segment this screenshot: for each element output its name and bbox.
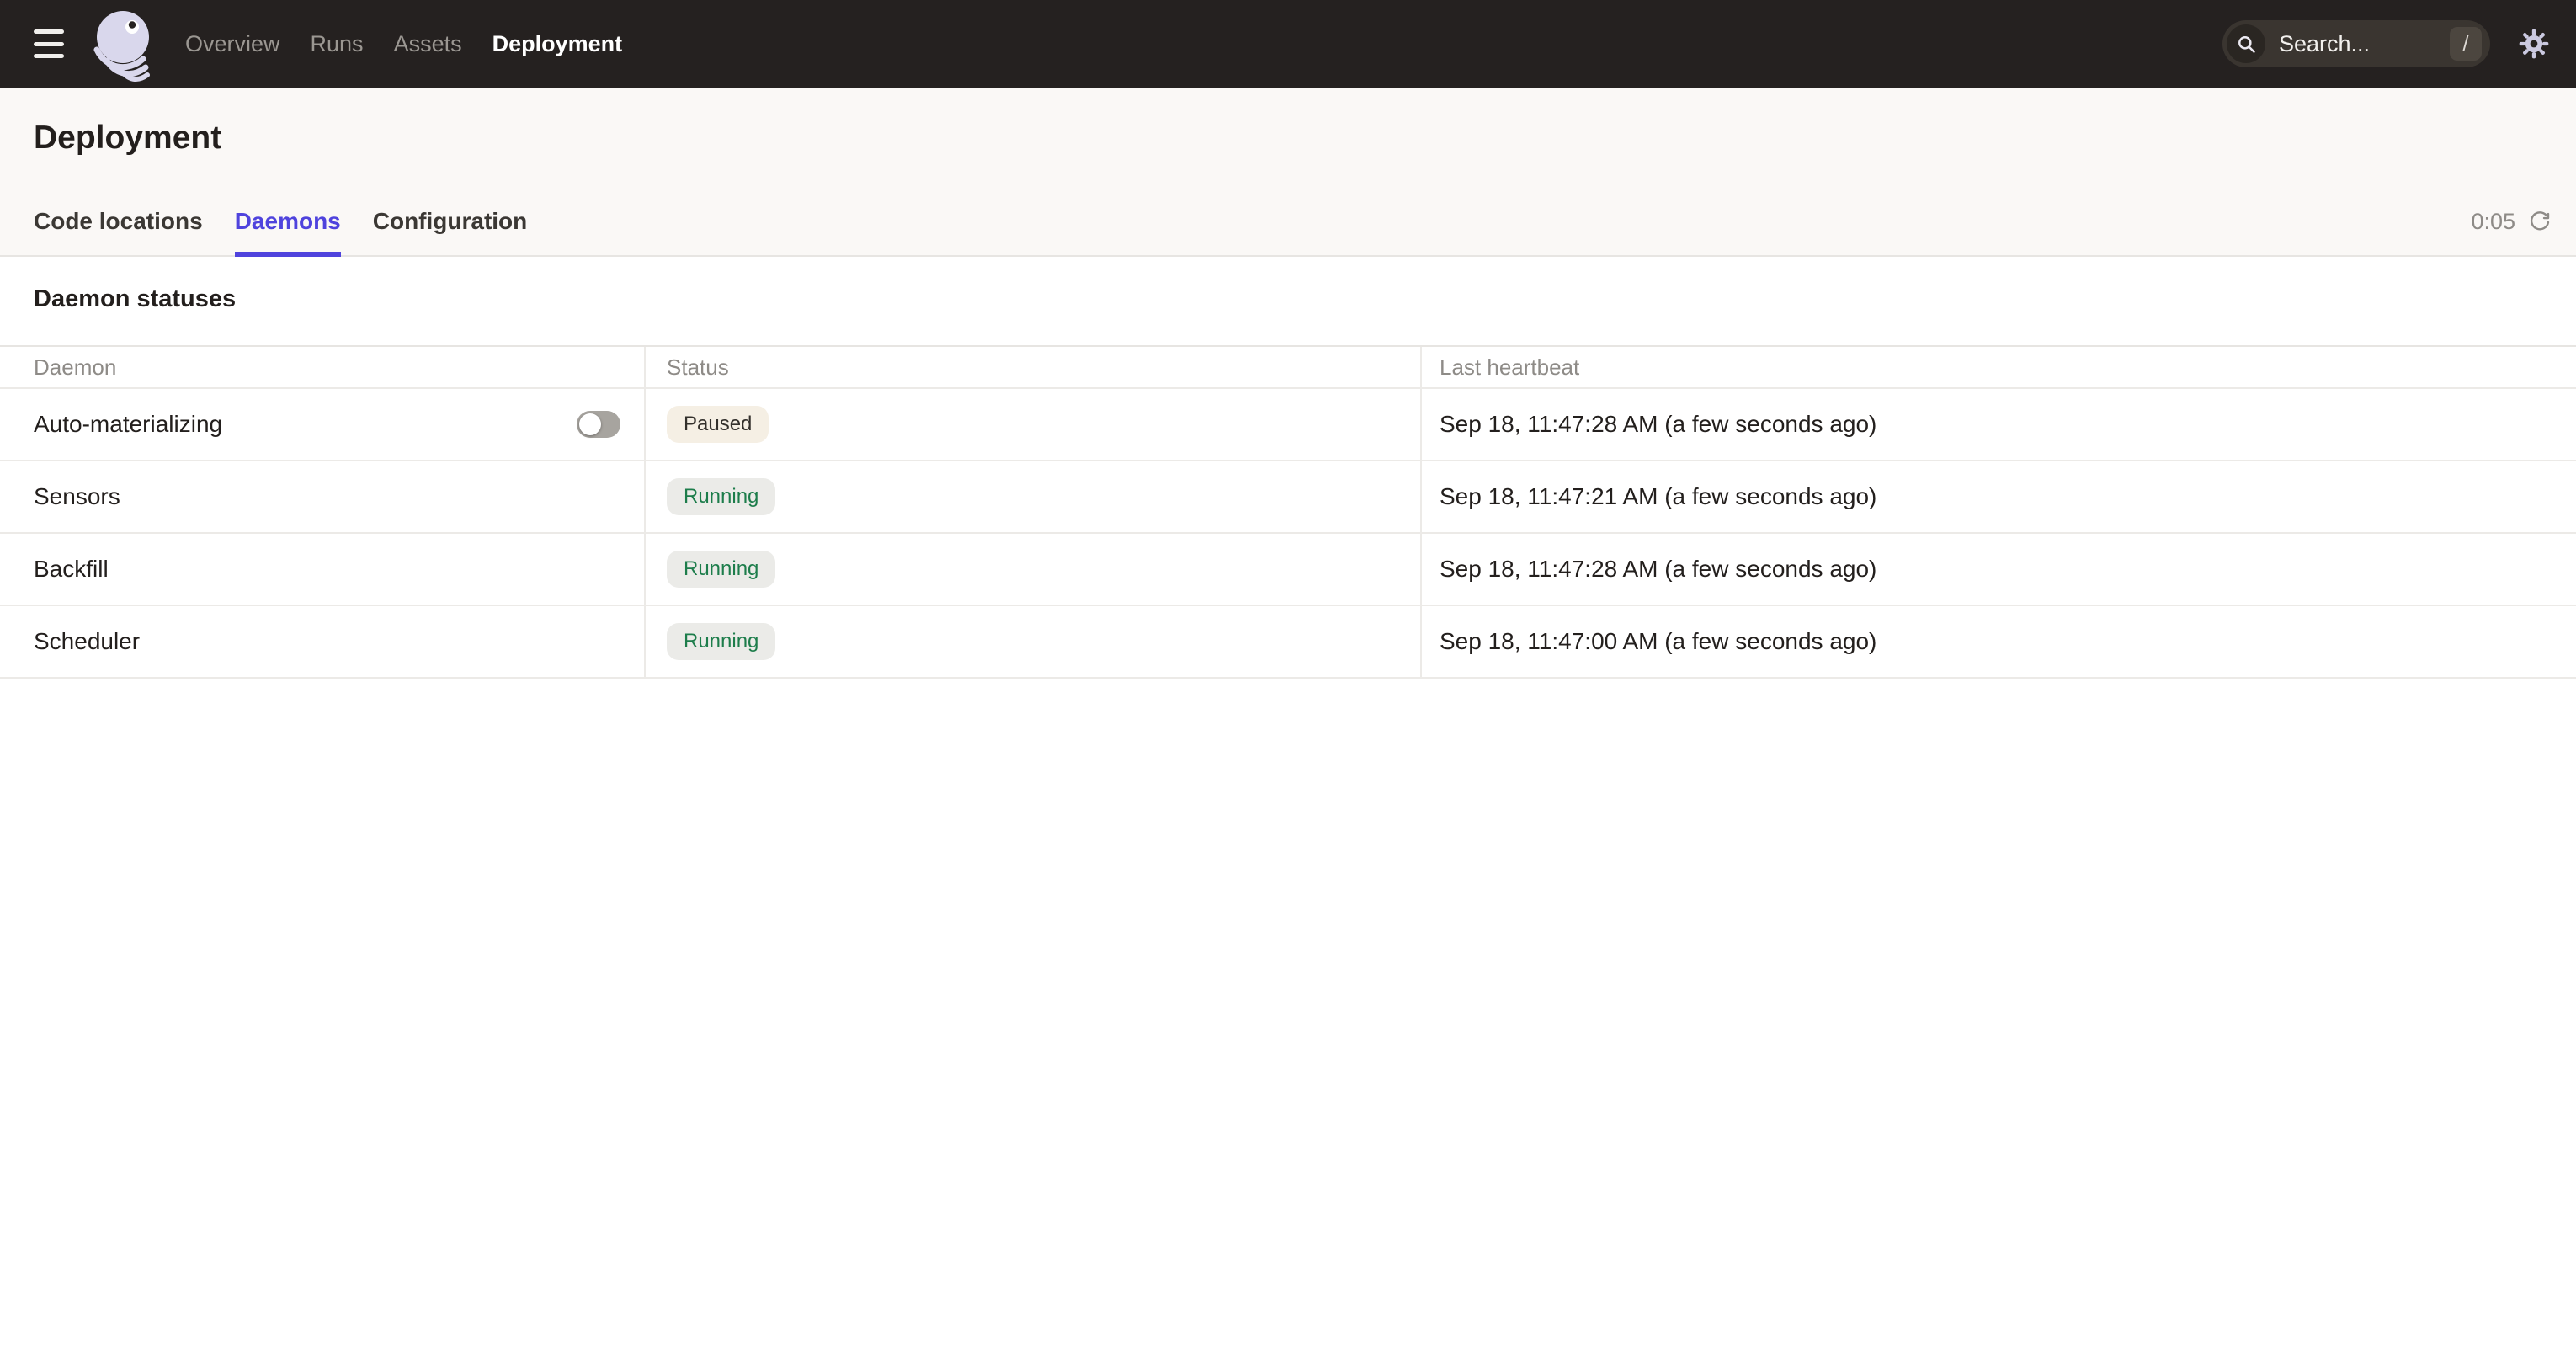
daemon-name: Scheduler: [34, 628, 140, 655]
status-cell: Running: [644, 461, 1420, 532]
daemon-name: Backfill: [34, 556, 109, 583]
auto-materialize-toggle[interactable]: [577, 411, 620, 438]
last-heartbeat: Sep 18, 11:47:00 AM (a few seconds ago): [1440, 628, 1876, 655]
status-badge: Running: [667, 551, 775, 588]
search-icon: [2227, 24, 2265, 63]
nav-item-assets[interactable]: Assets: [394, 31, 462, 57]
primary-nav: Overview Runs Assets Deployment: [185, 31, 622, 57]
dagster-octopus-logo[interactable]: [86, 5, 163, 83]
section-title: Daemon statuses: [34, 285, 2576, 313]
status-badge: Running: [667, 478, 775, 515]
table-row: Backfill Running Sep 18, 11:47:28 AM (a …: [0, 534, 2576, 606]
tab-bar: Code locations Daemons Configuration: [34, 208, 527, 255]
table-row: Auto-materializing Paused Sep 18, 11:47:…: [0, 389, 2576, 461]
dagster-octopus-icon: [86, 5, 163, 83]
nav-item-overview[interactable]: Overview: [185, 31, 280, 57]
last-heartbeat: Sep 18, 11:47:21 AM (a few seconds ago): [1440, 483, 1876, 510]
refresh-area: 0:05: [2471, 209, 2552, 255]
status-cell: Running: [644, 534, 1420, 605]
status-cell: Paused: [644, 389, 1420, 460]
daemon-name: Auto-materializing: [34, 411, 222, 438]
table-row: Sensors Running Sep 18, 11:47:21 AM (a f…: [0, 461, 2576, 534]
heartbeat-cell: Sep 18, 11:47:00 AM (a few seconds ago): [1420, 606, 2576, 677]
column-header-daemon: Daemon: [0, 347, 644, 387]
tab-daemons[interactable]: Daemons: [235, 208, 341, 255]
last-heartbeat: Sep 18, 11:47:28 AM (a few seconds ago): [1440, 556, 1876, 583]
tabs-row: Code locations Daemons Configuration 0:0…: [34, 208, 2552, 255]
refresh-icon[interactable]: [2527, 210, 2552, 235]
refresh-countdown: 0:05: [2471, 209, 2515, 235]
status-cell: Running: [644, 606, 1420, 677]
gear-icon: [2517, 27, 2551, 61]
daemon-cell: Auto-materializing: [0, 389, 644, 460]
tab-code-locations[interactable]: Code locations: [34, 208, 203, 255]
page-header: Deployment Code locations Daemons Config…: [0, 88, 2576, 257]
column-header-last-heartbeat: Last heartbeat: [1420, 347, 2576, 387]
heartbeat-cell: Sep 18, 11:47:28 AM (a few seconds ago): [1420, 534, 2576, 605]
status-badge: Paused: [667, 406, 769, 443]
daemon-cell: Scheduler: [0, 606, 644, 677]
table-row: Scheduler Running Sep 18, 11:47:00 AM (a…: [0, 606, 2576, 679]
heartbeat-cell: Sep 18, 11:47:28 AM (a few seconds ago): [1420, 389, 2576, 460]
nav-item-deployment[interactable]: Deployment: [492, 31, 623, 57]
slash-shortcut-hint: /: [2450, 27, 2482, 61]
top-nav: Overview Runs Assets Deployment Search..…: [0, 0, 2576, 88]
heartbeat-cell: Sep 18, 11:47:21 AM (a few seconds ago): [1420, 461, 2576, 532]
toggle-knob: [579, 413, 601, 435]
settings-button[interactable]: [2517, 27, 2551, 61]
main-content: Daemon statuses Daemon Status Last heart…: [0, 285, 2576, 679]
page-title: Deployment: [34, 120, 221, 157]
search-placeholder: Search...: [2279, 31, 2436, 57]
status-badge: Running: [667, 623, 775, 660]
hamburger-bar: [34, 29, 64, 34]
daemon-table: Daemon Status Last heartbeat Auto-materi…: [0, 345, 2576, 679]
hamburger-bar: [34, 54, 64, 58]
column-header-status: Status: [644, 347, 1420, 387]
tab-configuration[interactable]: Configuration: [373, 208, 528, 255]
daemon-cell: Backfill: [0, 534, 644, 605]
daemon-cell: Sensors: [0, 461, 644, 532]
hamburger-menu-icon[interactable]: [34, 29, 64, 58]
nav-right: Search... /: [2222, 20, 2576, 67]
nav-item-runs[interactable]: Runs: [311, 31, 364, 57]
search-input[interactable]: Search... /: [2222, 20, 2490, 67]
last-heartbeat: Sep 18, 11:47:28 AM (a few seconds ago): [1440, 411, 1876, 438]
daemon-name: Sensors: [34, 483, 120, 510]
hamburger-bar: [34, 42, 64, 46]
table-header-row: Daemon Status Last heartbeat: [0, 347, 2576, 389]
